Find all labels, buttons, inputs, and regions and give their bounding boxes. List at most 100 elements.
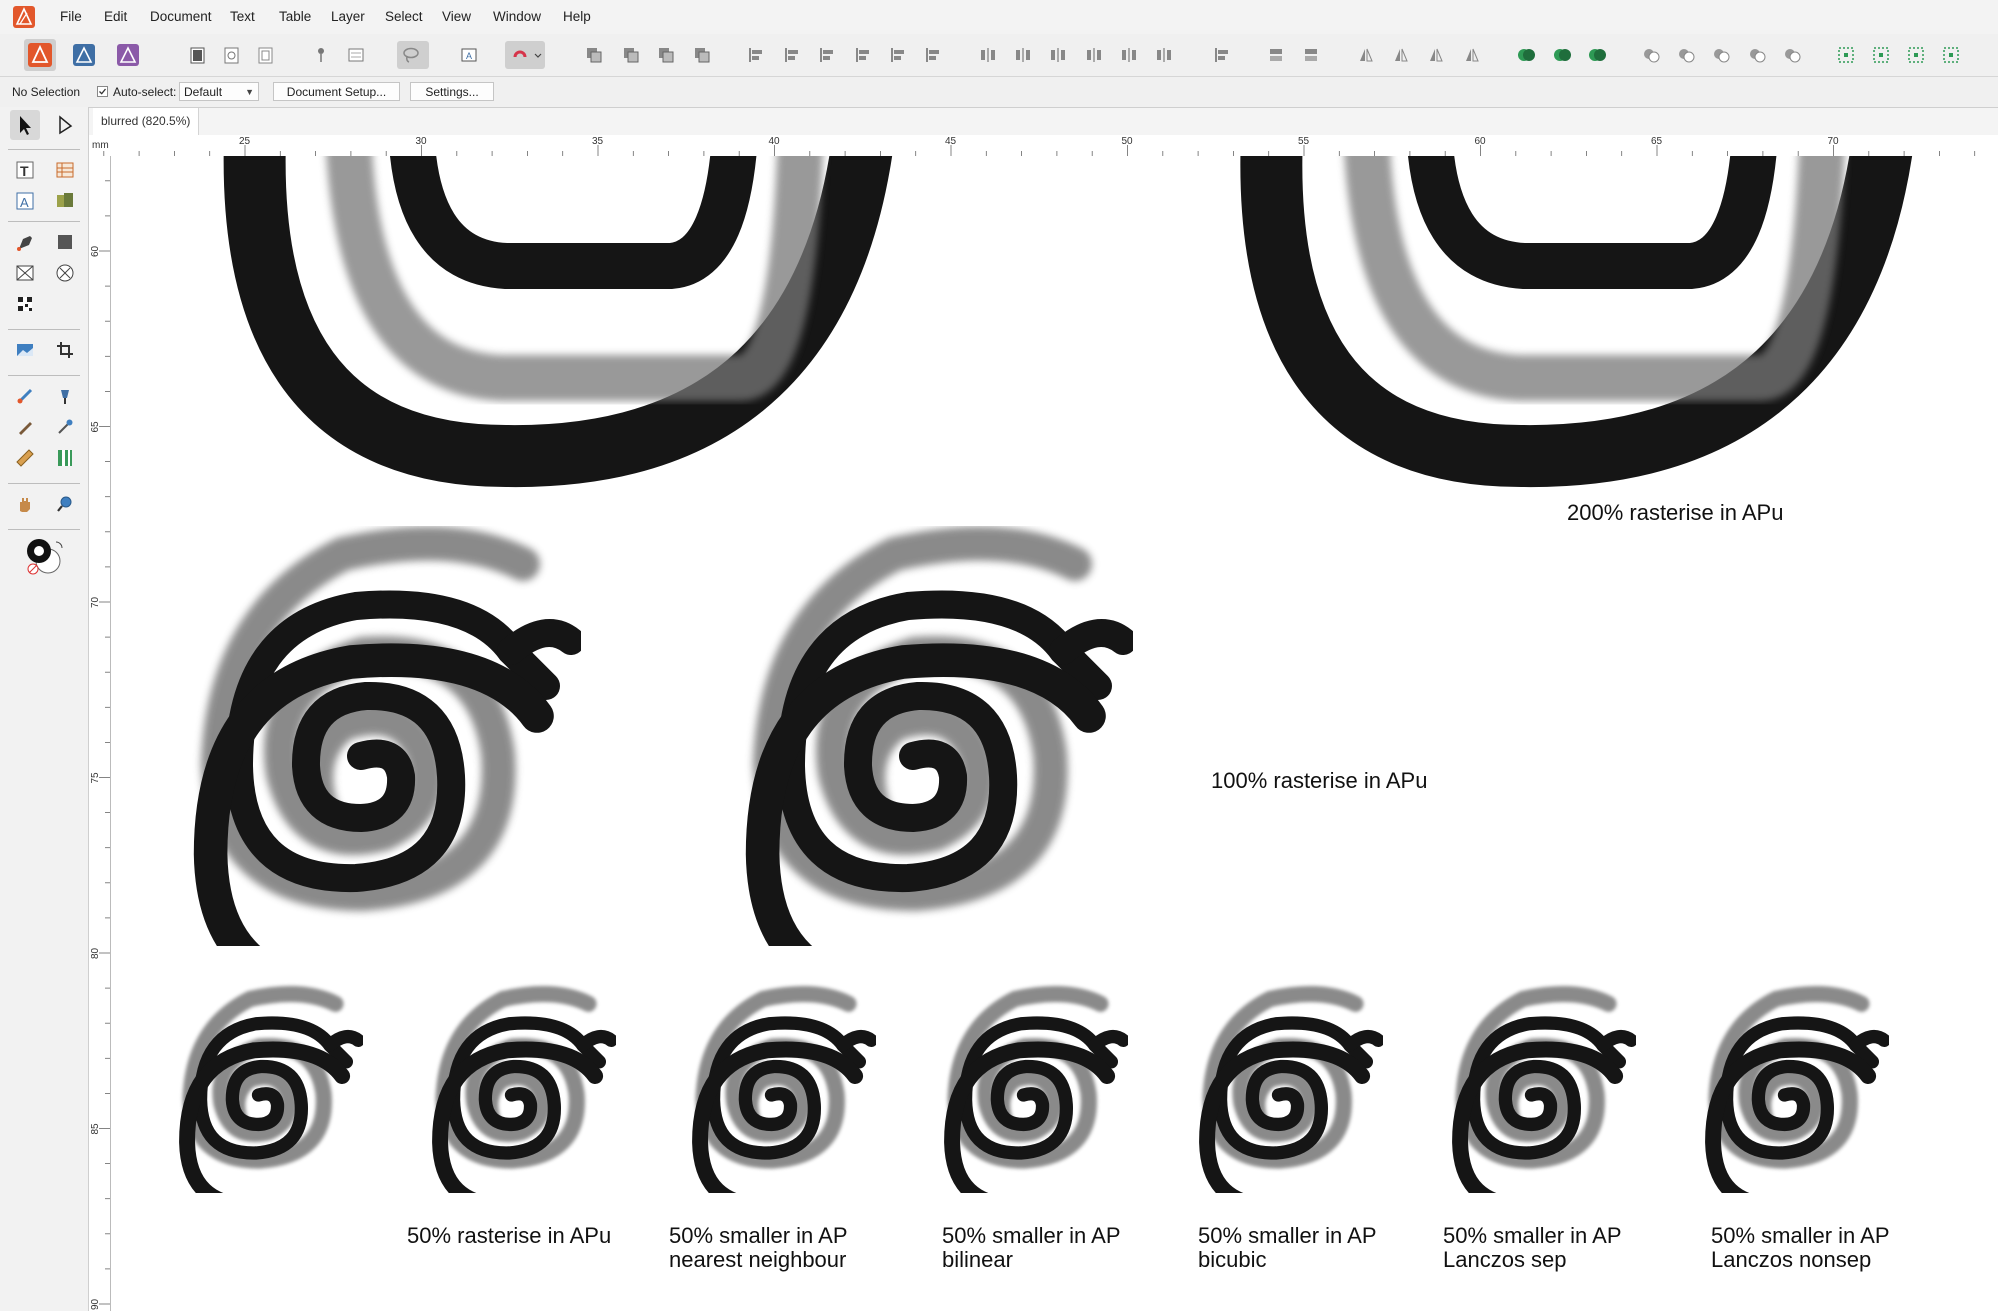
space-v-icon[interactable] [1297,41,1325,69]
boolean-add-icon[interactable] [1512,41,1540,69]
geometry-divide-icon[interactable] [1778,41,1806,69]
snap-bounds-icon[interactable] [1867,41,1895,69]
menu-edit[interactable]: Edit [104,9,127,24]
boolean-intersect-icon[interactable] [1583,41,1611,69]
spiral-200-right [1240,156,1913,488]
hand-tool-icon[interactable] [10,489,40,519]
align-left-icon[interactable] [742,41,770,69]
document-canvas[interactable]: 200% rasterise in APu 100% rasterise in … [111,156,1998,1311]
caption-bicubic: 50% smaller in AP bicubic [1198,1224,1377,1272]
caption-line-2: Lanczos sep [1443,1247,1567,1272]
node-tool-icon[interactable] [50,110,80,140]
align-bottom-icon[interactable] [919,41,947,69]
tools-separator [8,329,80,330]
qr-code-tool-icon[interactable] [10,289,40,319]
geometry-xor-icon[interactable] [1743,41,1771,69]
vertical-ruler-ticks: 60657075808590 [90,180,110,1310]
geometry-intersect-icon[interactable] [1707,41,1735,69]
eyedropper-tool-icon[interactable] [50,412,80,442]
fill-tool-icon[interactable] [50,381,80,411]
spiral-50-6 [1460,994,1631,1205]
menu-layer[interactable]: Layer [331,9,365,24]
arrange-forward-icon[interactable] [652,41,680,69]
svg-text:A: A [20,195,29,210]
horizontal-ruler[interactable]: mm 2530354045505560657075 [89,135,1998,157]
flip-horizontal-icon[interactable] [1352,41,1380,69]
pencil-tool-icon[interactable] [10,412,40,442]
caption-line-1: 50% smaller in AP [1443,1223,1622,1248]
move-tool-icon[interactable] [10,110,40,140]
align-right-icon[interactable] [813,41,841,69]
gradient-tool-icon[interactable] [50,443,80,473]
distribute-v2-icon[interactable] [1115,41,1143,69]
frame-text-tool-icon[interactable]: A [10,186,40,216]
table-tool-icon[interactable] [50,155,80,185]
menu-view[interactable]: View [442,9,471,24]
caption-nearest-neighbour: 50% smaller in AP nearest neighbour [669,1224,848,1272]
rectangle-tool-icon[interactable] [50,227,80,257]
caption-line-2: bicubic [1198,1247,1267,1272]
distribute-h2-icon[interactable] [1009,41,1037,69]
spiral-50-2 [440,994,611,1205]
measure-tool-icon[interactable] [10,443,40,473]
document-setup-button[interactable]: Document Setup... [273,82,400,101]
color-swatch-icon[interactable] [22,533,68,579]
flip-vertical-icon[interactable] [1387,41,1415,69]
caption-200-rasterise: 200% rasterise in APu [1567,500,1784,525]
spiral-50-5 [1207,994,1378,1205]
align-options-icon[interactable] [1208,41,1236,69]
menu-help[interactable]: Help [563,9,591,24]
rotate-right-icon[interactable] [1458,41,1486,69]
crop-tool-icon[interactable] [50,335,80,365]
caption-line-1: 50% smaller in AP [1198,1223,1377,1248]
snap-grid-icon[interactable] [1832,41,1860,69]
caption-line-2: Lanczos nonsep [1711,1247,1872,1272]
vector-brush-tool-icon[interactable] [10,381,40,411]
distribute-h1-icon[interactable] [974,41,1002,69]
pen-tool-icon[interactable] [10,227,40,257]
artistic-text-tool-icon[interactable]: T [10,155,40,185]
ellipse-frame-tool-icon[interactable] [50,258,80,288]
align-center-icon[interactable] [778,41,806,69]
document-tab[interactable]: blurred (820.5%) [93,108,200,135]
menu-window[interactable]: Window [493,9,541,24]
geometry-add-icon[interactable] [1637,41,1665,69]
menu-table[interactable]: Table [279,9,311,24]
menu-select[interactable]: Select [385,9,423,24]
zoom-tool-icon[interactable] [50,489,80,519]
snap-nodes-icon[interactable] [1902,41,1930,69]
tools-separator [8,529,80,530]
place-image-tool-icon[interactable] [10,335,40,365]
caption-line-1: 50% rasterise in APu [407,1223,612,1248]
align-middle-icon[interactable] [884,41,912,69]
align-top-icon[interactable] [849,41,877,69]
spiral-50-4 [952,994,1123,1205]
distribute-v1-icon[interactable] [1080,41,1108,69]
snap-guides-icon[interactable] [1937,41,1965,69]
menu-text[interactable]: Text [230,9,255,24]
autoselect-label: Auto-select: [113,85,177,99]
image-frame-tool-icon[interactable] [50,186,80,216]
tools-separator [8,149,80,150]
caption-100-rasterise: 100% rasterise in APu [1211,768,1428,793]
space-h-icon[interactable] [1262,41,1290,69]
arrange-front-icon[interactable] [688,41,716,69]
rotate-left-icon[interactable] [1422,41,1450,69]
arrange-back-icon[interactable] [580,41,608,69]
autoselect-checkbox[interactable] [97,86,108,97]
boolean-subtract-icon[interactable] [1548,41,1576,69]
menu-file[interactable]: File [60,9,82,24]
svg-text:T: T [20,163,29,179]
autoselect-dropdown[interactable]: Default ▼ [179,82,259,101]
geometry-subtract-icon[interactable] [1672,41,1700,69]
distribute-h3-icon[interactable] [1044,41,1072,69]
rectangle-frame-tool-icon[interactable] [10,258,40,288]
arrange-backward-icon[interactable] [617,41,645,69]
settings-button[interactable]: Settings... [410,82,494,101]
distribute-v3-icon[interactable] [1150,41,1178,69]
caption-bilinear: 50% smaller in AP bilinear [942,1224,1121,1272]
document-tab-bar: blurred (820.5%) [89,108,1998,136]
spiral-50-7 [1713,994,1884,1205]
vertical-ruler[interactable]: 60 65 70 75 80 85 90 [89,156,111,1311]
menu-document[interactable]: Document [150,9,212,24]
